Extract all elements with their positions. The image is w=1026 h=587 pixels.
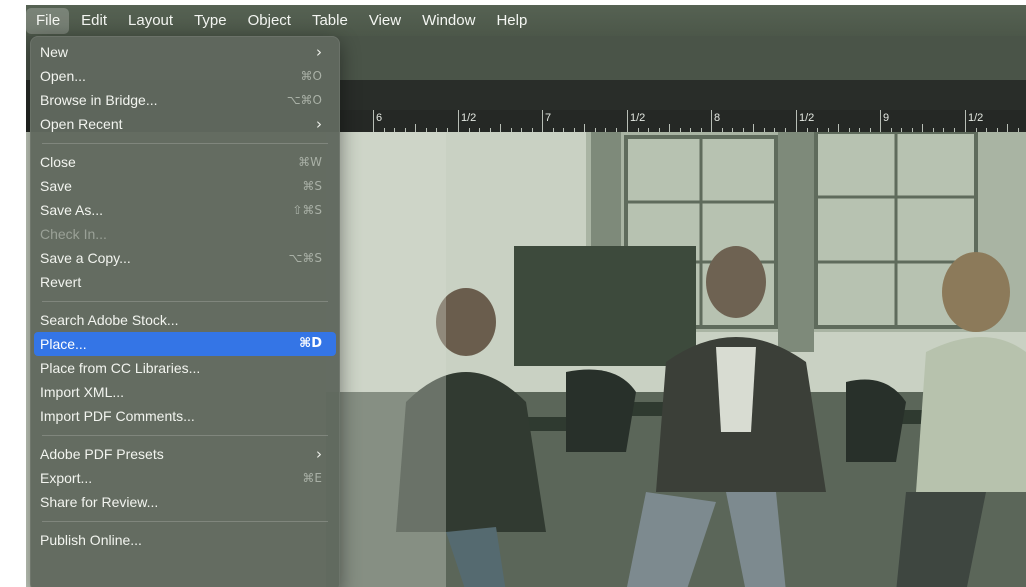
ruler-minor-tick — [415, 124, 416, 132]
menu-window[interactable]: Window — [412, 8, 484, 34]
menu-item-label: Check In... — [40, 226, 107, 242]
ruler-major-tick — [796, 110, 797, 132]
menu-item-save[interactable]: Save ⌘S — [34, 174, 336, 198]
menu-layout[interactable]: Layout — [118, 8, 182, 34]
ruler-label: 1/2 — [461, 112, 477, 124]
menu-item-label: Publish Online... — [40, 532, 142, 548]
ruler-major-tick — [627, 110, 628, 132]
chevron-right-icon: › — [316, 115, 322, 133]
ruler-minor-tick — [922, 124, 923, 132]
menu-item-check-in: Check In... — [34, 222, 336, 246]
menu-item-shortcut: ⌘D — [299, 336, 322, 351]
menu-item-label: Browse in Bridge... — [40, 92, 158, 108]
menu-item-label: Place... — [40, 336, 87, 352]
menu-item-revert[interactable]: Revert — [34, 270, 336, 294]
menu-item-new[interactable]: New › — [34, 40, 336, 64]
ruler-minor-tick — [584, 124, 585, 132]
menu-item-import-xml[interactable]: Import XML... — [34, 380, 336, 404]
menu-item-close[interactable]: Close ⌘W — [34, 150, 336, 174]
menu-separator — [42, 435, 328, 436]
menu-item-label: Open Recent — [40, 116, 123, 132]
ruler-label: 7 — [545, 112, 552, 124]
chevron-right-icon: › — [316, 43, 322, 61]
menu-item-share-for-review[interactable]: Share for Review... — [34, 490, 336, 514]
menu-item-adobe-pdf-presets[interactable]: Adobe PDF Presets › — [34, 442, 336, 466]
ruler-major-tick — [711, 110, 712, 132]
menu-item-label: Save — [40, 178, 72, 194]
menu-item-label: Save As... — [40, 202, 104, 218]
menu-item-label: Revert — [40, 274, 82, 290]
ruler-minor-tick — [1007, 124, 1008, 132]
file-menu-dropdown: New › Open... ⌘O Browse in Bridge... ⌥⌘O Open … — [30, 36, 340, 587]
menu-edit[interactable]: Edit — [71, 8, 116, 34]
menu-item-save-a-copy[interactable]: Save a Copy... ⌥⌘S — [34, 246, 336, 270]
menu-separator — [42, 143, 328, 144]
menu-item-label: Place from CC Libraries... — [40, 360, 201, 376]
menu-file[interactable]: File — [26, 7, 70, 34]
menu-type[interactable]: Type — [184, 8, 236, 34]
menu-item-label: Import XML... — [40, 384, 125, 400]
ruler-minor-tick — [669, 124, 670, 132]
menu-item-browse-in-bridge[interactable]: Browse in Bridge... ⌥⌘O — [34, 88, 336, 112]
menu-item-shortcut: ⌘O — [300, 69, 322, 83]
menu-separator — [42, 301, 328, 302]
menu-object[interactable]: Object — [238, 8, 300, 34]
ruler-label: 1/2 — [630, 112, 646, 124]
ruler-label: 1/2 — [968, 112, 984, 124]
menu-item-label: New — [40, 44, 69, 60]
menu-item-place[interactable]: Place... ⌘D — [34, 332, 336, 356]
ruler-major-tick — [965, 110, 966, 132]
ruler-minor-tick — [753, 124, 754, 132]
menu-item-shortcut: ⇧⌘S — [292, 203, 322, 217]
menu-item-open[interactable]: Open... ⌘O — [34, 64, 336, 88]
menu-item-place-from-cc-libraries[interactable]: Place from CC Libraries... — [34, 356, 336, 380]
menu-item-shortcut: ⌥⌘O — [286, 93, 322, 107]
ruler-label: 6 — [376, 112, 383, 124]
app-window: File Edit Layout Type Object Table View … — [26, 5, 1026, 587]
menu-item-label: Export... — [40, 470, 93, 486]
menu-item-export[interactable]: Export... ⌘E — [34, 466, 336, 490]
menu-item-save-as[interactable]: Save As... ⇧⌘S — [34, 198, 336, 222]
menu-table[interactable]: Table — [302, 8, 357, 34]
menu-item-label: Close — [40, 154, 76, 170]
menu-item-search-adobe-stock[interactable]: Search Adobe Stock... — [34, 308, 336, 332]
menu-item-label: Import PDF Comments... — [40, 408, 195, 424]
menu-item-open-recent[interactable]: Open Recent › — [34, 112, 336, 136]
ruler-major-tick — [373, 110, 374, 132]
ruler-label: 1/2 — [799, 112, 815, 124]
menu-item-shortcut: ⌘S — [302, 179, 322, 193]
ruler-major-tick — [458, 110, 459, 132]
menu-item-shortcut: ⌥⌘S — [288, 251, 322, 265]
ruler-label: 9 — [883, 112, 890, 124]
menu-item-label: Search Adobe Stock... — [40, 312, 179, 328]
menu-item-label: Adobe PDF Presets — [40, 446, 164, 462]
menu-help[interactable]: Help — [486, 8, 536, 34]
menu-item-label: Share for Review... — [40, 494, 159, 510]
ruler-major-tick — [880, 110, 881, 132]
ruler-minor-tick — [838, 124, 839, 132]
menu-bar: File Edit Layout Type Object Table View … — [26, 5, 1026, 36]
ruler-label: 8 — [714, 112, 721, 124]
menu-item-shortcut: ⌘W — [298, 155, 322, 169]
menu-item-import-pdf-comments[interactable]: Import PDF Comments... — [34, 404, 336, 428]
chevron-right-icon: › — [316, 445, 322, 463]
menu-separator — [42, 521, 328, 522]
ruler-minor-tick — [500, 124, 501, 132]
menu-item-label: Save a Copy... — [40, 250, 131, 266]
menu-view[interactable]: View — [359, 8, 410, 34]
menu-item-publish-online[interactable]: Publish Online... — [34, 528, 336, 552]
ruler-major-tick — [542, 110, 543, 132]
menu-item-shortcut: ⌘E — [302, 471, 322, 485]
menu-item-label: Open... — [40, 68, 86, 84]
